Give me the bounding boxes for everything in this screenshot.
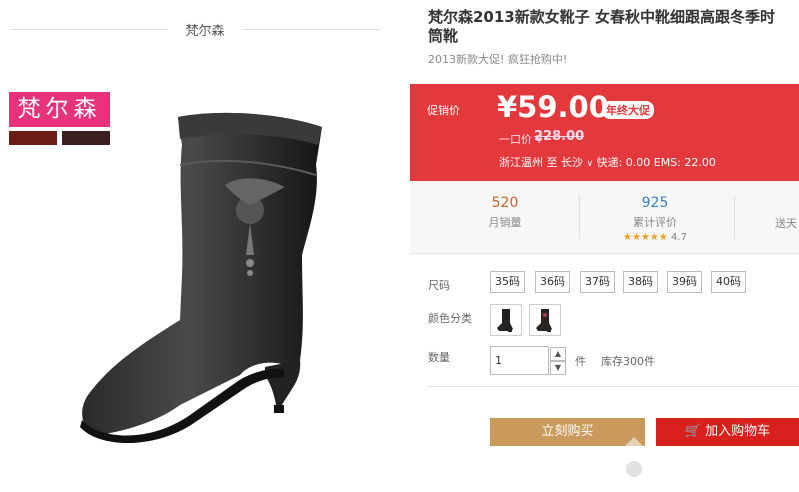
product-image[interactable]	[70, 105, 340, 475]
size-option[interactable]: 38码	[623, 271, 658, 293]
chevron-down-icon: ▼	[554, 363, 562, 372]
ship-to-select[interactable]: 长沙 ∨	[561, 156, 593, 169]
watermark-logo	[610, 437, 658, 485]
color-option[interactable]	[529, 304, 561, 336]
quantity-increase-button[interactable]: ▲	[550, 347, 566, 361]
shipping-info: 浙江温州 至 长沙 ∨ 快递: 0.00 EMS: 22.00	[499, 154, 716, 170]
stock-count: 库存300件	[601, 355, 655, 368]
promo-price: ¥59.00	[497, 90, 609, 124]
chevron-down-icon: ∨	[586, 159, 594, 169]
brand-name[interactable]: 梵尔森	[175, 20, 235, 39]
quantity-input[interactable]: 1	[490, 346, 549, 375]
ship-to-word: 至	[546, 156, 558, 169]
brand-header: 梵尔森	[10, 18, 380, 40]
size-option[interactable]: 35码	[490, 271, 525, 293]
size-label: 尺码	[428, 279, 450, 292]
quantity-unit: 件	[575, 355, 586, 368]
rating: ★★★★★ 4.7	[605, 232, 705, 243]
promo-tag-badge: 年终大促	[602, 101, 654, 119]
divider	[242, 29, 380, 30]
stat-third: 送天	[775, 181, 799, 253]
stat-reviews[interactable]: 925 累计评价 ★★★★★ 4.7	[605, 181, 705, 253]
boot-thumbnail-icon	[497, 309, 513, 332]
size-option[interactable]: 36码	[535, 271, 570, 293]
divider	[579, 195, 580, 239]
reviews-value: 925	[641, 195, 669, 211]
stats-bar: 520 月销量 925 累计评价 ★★★★★ 4.7 送天	[410, 181, 799, 254]
promo-price-label: 促销价	[427, 104, 460, 117]
divider	[734, 195, 735, 239]
size-option[interactable]: 40码	[711, 271, 746, 293]
price-box: 促销价 ¥59.00 年终大促 一口价 ¥ 228.00 浙江温州 至 长沙 ∨…	[410, 84, 799, 181]
ship-to-value: 长沙	[561, 156, 583, 169]
color-option[interactable]	[490, 304, 522, 336]
product-gallery: 梵尔森 梵尔森	[0, 0, 400, 492]
divider	[428, 386, 799, 387]
quantity-label: 数量	[428, 351, 450, 364]
divider	[10, 29, 168, 30]
size-option[interactable]: 37码	[580, 271, 615, 293]
color-label: 颜色分类	[428, 312, 472, 325]
quantity-decrease-button[interactable]: ▼	[550, 361, 566, 375]
monthly-sales-value: 520	[491, 195, 519, 211]
product-title: 梵尔森2013新款女靴子 女春秋中靴细跟高跟冬季时 筒靴	[428, 8, 799, 46]
reviews-label: 累计评价	[633, 216, 677, 229]
shipping-fee: 快递: 0.00 EMS: 22.00	[596, 156, 716, 169]
original-price: 228.00	[534, 129, 585, 144]
logo-bar	[9, 131, 57, 145]
third-label: 送天	[775, 217, 797, 230]
stat-monthly-sales: 520 月销量	[470, 181, 540, 253]
chevron-up-icon: ▲	[554, 349, 562, 358]
boot-thumbnail-icon	[536, 309, 552, 332]
product-title-line2: 筒靴	[428, 27, 459, 45]
product-subtitle: 2013新款大促! 疯狂抢购中!	[428, 53, 568, 66]
rating-value: 4.7	[671, 232, 687, 243]
size-option[interactable]: 39码	[667, 271, 702, 293]
ship-from: 浙江温州	[499, 156, 543, 169]
monthly-sales-label: 月销量	[488, 216, 522, 229]
rating-stars: ★★★★★	[623, 232, 668, 243]
product-title-line1: 梵尔森2013新款女靴子 女春秋中靴细跟高跟冬季时	[428, 8, 775, 26]
